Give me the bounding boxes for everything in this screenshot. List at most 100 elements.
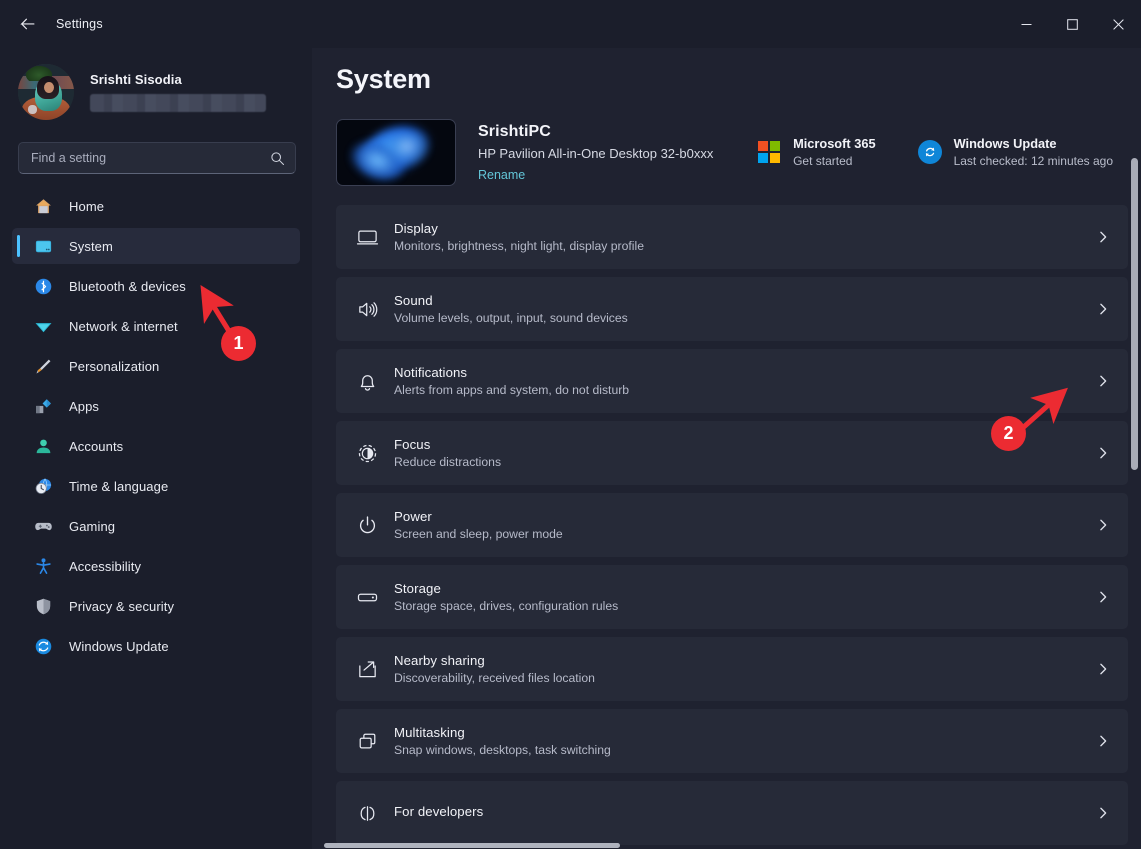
sidebar-item-gaming[interactable]: Gaming (12, 508, 300, 544)
card-subtitle: Get started (793, 154, 853, 168)
time-language-icon (33, 476, 53, 496)
sidebar-item-system[interactable]: System (12, 228, 300, 264)
sidebar-item-label: Privacy & security (69, 598, 175, 614)
row-title: Notifications (394, 365, 468, 380)
monitor-icon (348, 226, 386, 249)
search-input[interactable] (31, 151, 270, 165)
maximize-button[interactable] (1049, 0, 1095, 48)
sidebar-item-accounts[interactable]: Accounts (12, 428, 300, 464)
apps-icon (33, 396, 53, 416)
sidebar-item-privacy-security[interactable]: Privacy & security (12, 588, 300, 624)
chevron-right-icon[interactable] (1096, 806, 1110, 820)
settings-row-multitasking[interactable]: Multitasking Snap windows, desktops, tas… (336, 709, 1128, 773)
settings-row-power[interactable]: Power Screen and sleep, power mode (336, 493, 1128, 557)
close-icon (1112, 18, 1124, 30)
row-title: Display (394, 221, 438, 236)
microsoft-365-card[interactable]: Microsoft 365 Get started (757, 136, 876, 168)
windows-update-card[interactable]: Windows Update Last checked: 12 minutes … (917, 136, 1113, 168)
hero-cards: Microsoft 365 Get started Windows Update… (757, 136, 1141, 168)
chevron-right-icon[interactable] (1096, 662, 1110, 676)
bluetooth-icon (33, 276, 53, 296)
device-wallpaper-thumbnail (336, 118, 456, 186)
chevron-right-icon[interactable] (1096, 734, 1110, 748)
gaming-icon (33, 516, 53, 536)
window-body: Srishti Sisodia Find a setting Home Syst… (0, 48, 1141, 849)
power-icon (348, 514, 386, 537)
vertical-scrollbar[interactable] (1131, 158, 1138, 470)
system-icon (33, 236, 53, 256)
settings-row-storage[interactable]: Storage Storage space, drives, configura… (336, 565, 1128, 629)
accounts-icon (33, 436, 53, 456)
close-button[interactable] (1095, 0, 1141, 48)
page-title: System (336, 64, 431, 94)
device-name: SrishtiPC (478, 122, 551, 140)
sidebar-item-label: Bluetooth & devices (69, 278, 186, 294)
row-subtitle: Screen and sleep, power mode (394, 527, 563, 541)
rename-link[interactable]: Rename (478, 168, 713, 182)
window-controls (1003, 0, 1141, 48)
device-hero: SrishtiPC HP Pavilion All-in-One Desktop… (336, 117, 1141, 187)
sidebar-item-time-language[interactable]: Time & language (12, 468, 300, 504)
network-icon (33, 316, 53, 336)
chevron-right-icon[interactable] (1096, 230, 1110, 244)
sidebar-item-personalization[interactable]: Personalization (12, 348, 300, 384)
sidebar-item-label: Home (69, 198, 105, 214)
settings-row-focus[interactable]: Focus Reduce distractions (336, 421, 1128, 485)
row-subtitle: Storage space, drives, configuration rul… (394, 599, 619, 613)
sidebar-item-label: Time & language (69, 478, 169, 494)
device-info: SrishtiPC HP Pavilion All-in-One Desktop… (478, 123, 713, 182)
sidebar-item-network-internet[interactable]: Network & internet (12, 308, 300, 344)
chevron-right-icon[interactable] (1096, 446, 1110, 460)
sidebar-item-label: System (69, 238, 113, 254)
settings-list: Display Monitors, brightness, night ligh… (336, 205, 1128, 845)
sidebar-item-bluetooth-devices[interactable]: Bluetooth & devices (12, 268, 300, 304)
row-title: For developers (394, 804, 484, 819)
sidebar-item-apps[interactable]: Apps (12, 388, 300, 424)
sidebar-item-home[interactable]: Home (12, 188, 300, 224)
title-bar: Settings (0, 0, 1141, 48)
settings-row-display[interactable]: Display Monitors, brightness, night ligh… (336, 205, 1128, 269)
speaker-icon (348, 298, 386, 321)
drive-icon (348, 586, 386, 609)
settings-row-sound[interactable]: Sound Volume levels, output, input, soun… (336, 277, 1128, 341)
settings-row-for-developers[interactable]: For developers (336, 781, 1128, 845)
sidebar-item-windows-update[interactable]: Windows Update (12, 628, 300, 664)
chevron-right-icon[interactable] (1096, 518, 1110, 532)
sidebar: Srishti Sisodia Find a setting Home Syst… (0, 48, 312, 849)
minimize-icon (1021, 23, 1031, 25)
microsoft-logo-icon (757, 140, 781, 164)
row-title: Nearby sharing (394, 653, 485, 668)
row-subtitle: Volume levels, output, input, sound devi… (394, 311, 628, 325)
card-title: Microsoft 365 (793, 136, 876, 151)
row-title: Power (394, 509, 432, 524)
minimize-button[interactable] (1003, 0, 1049, 48)
focus-icon (348, 442, 386, 465)
back-button[interactable] (10, 7, 44, 41)
settings-row-nearby-sharing[interactable]: Nearby sharing Discoverability, received… (336, 637, 1128, 701)
row-title: Sound (394, 293, 433, 308)
card-title: Windows Update (953, 136, 1057, 151)
privacy-security-icon (33, 596, 53, 616)
chevron-right-icon[interactable] (1096, 302, 1110, 316)
back-arrow-icon (19, 18, 34, 29)
row-title: Storage (394, 581, 441, 596)
row-title: Multitasking (394, 725, 465, 740)
developer-icon (348, 802, 386, 825)
search-box[interactable] (18, 142, 296, 174)
sync-refresh-icon (917, 140, 942, 164)
accessibility-icon (33, 556, 53, 576)
row-chevron-notifications[interactable] (1096, 374, 1110, 388)
row-title: Focus (394, 437, 431, 452)
user-profile[interactable]: Srishti Sisodia (0, 52, 312, 124)
chevron-right-icon[interactable] (1096, 590, 1110, 604)
sidebar-item-label: Personalization (69, 358, 160, 374)
maximize-icon (1066, 18, 1078, 30)
search-container (0, 124, 312, 174)
row-subtitle: Reduce distractions (394, 455, 502, 469)
settings-row-notifications[interactable]: Notifications Alerts from apps and syste… (336, 349, 1128, 413)
search-icon (270, 151, 285, 166)
profile-email-redacted (90, 94, 266, 112)
sidebar-item-label: Apps (69, 398, 100, 414)
sidebar-item-accessibility[interactable]: Accessibility (12, 548, 300, 584)
horizontal-scrollbar[interactable] (324, 843, 620, 848)
